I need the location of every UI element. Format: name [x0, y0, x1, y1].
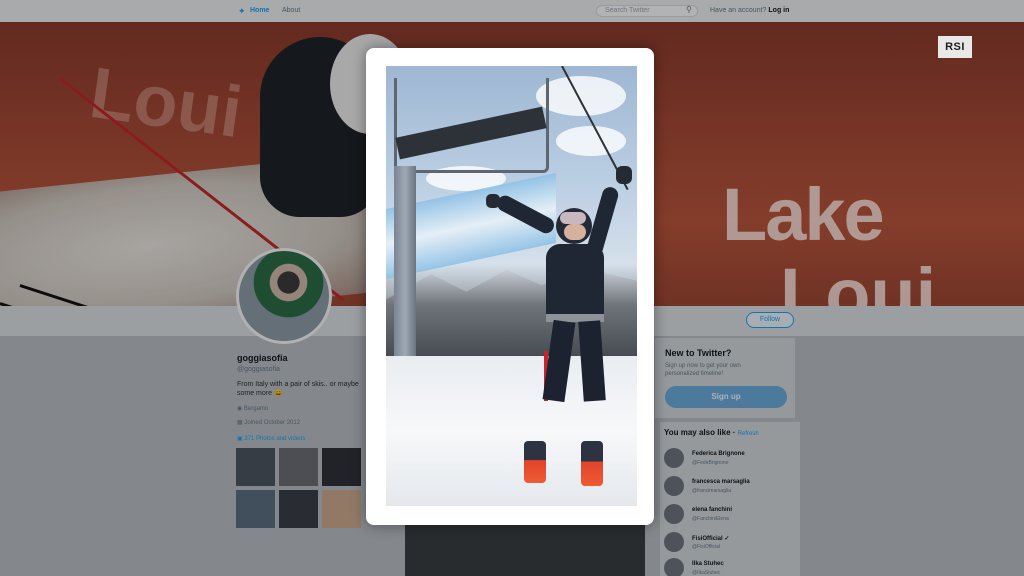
skier-goggles [560, 212, 586, 224]
sky-cloud [556, 126, 626, 156]
sky-cloud [536, 76, 626, 116]
skier-arm [494, 192, 557, 237]
skier-leg [542, 319, 576, 403]
broadcaster-logo: RSI [938, 36, 972, 58]
skier-glove [486, 194, 500, 208]
skier-person [486, 166, 636, 486]
skier-face [564, 224, 586, 240]
embedded-video[interactable] [386, 66, 637, 506]
skier-glove [616, 166, 632, 184]
skier-torso [546, 244, 604, 319]
screen: ✦ Home About Search Twitter ⚲ Have an ac… [0, 0, 1024, 576]
lift-tower [394, 166, 416, 361]
ski-boot [524, 441, 546, 483]
ski-boot [581, 441, 603, 486]
skier-leg [578, 320, 606, 402]
